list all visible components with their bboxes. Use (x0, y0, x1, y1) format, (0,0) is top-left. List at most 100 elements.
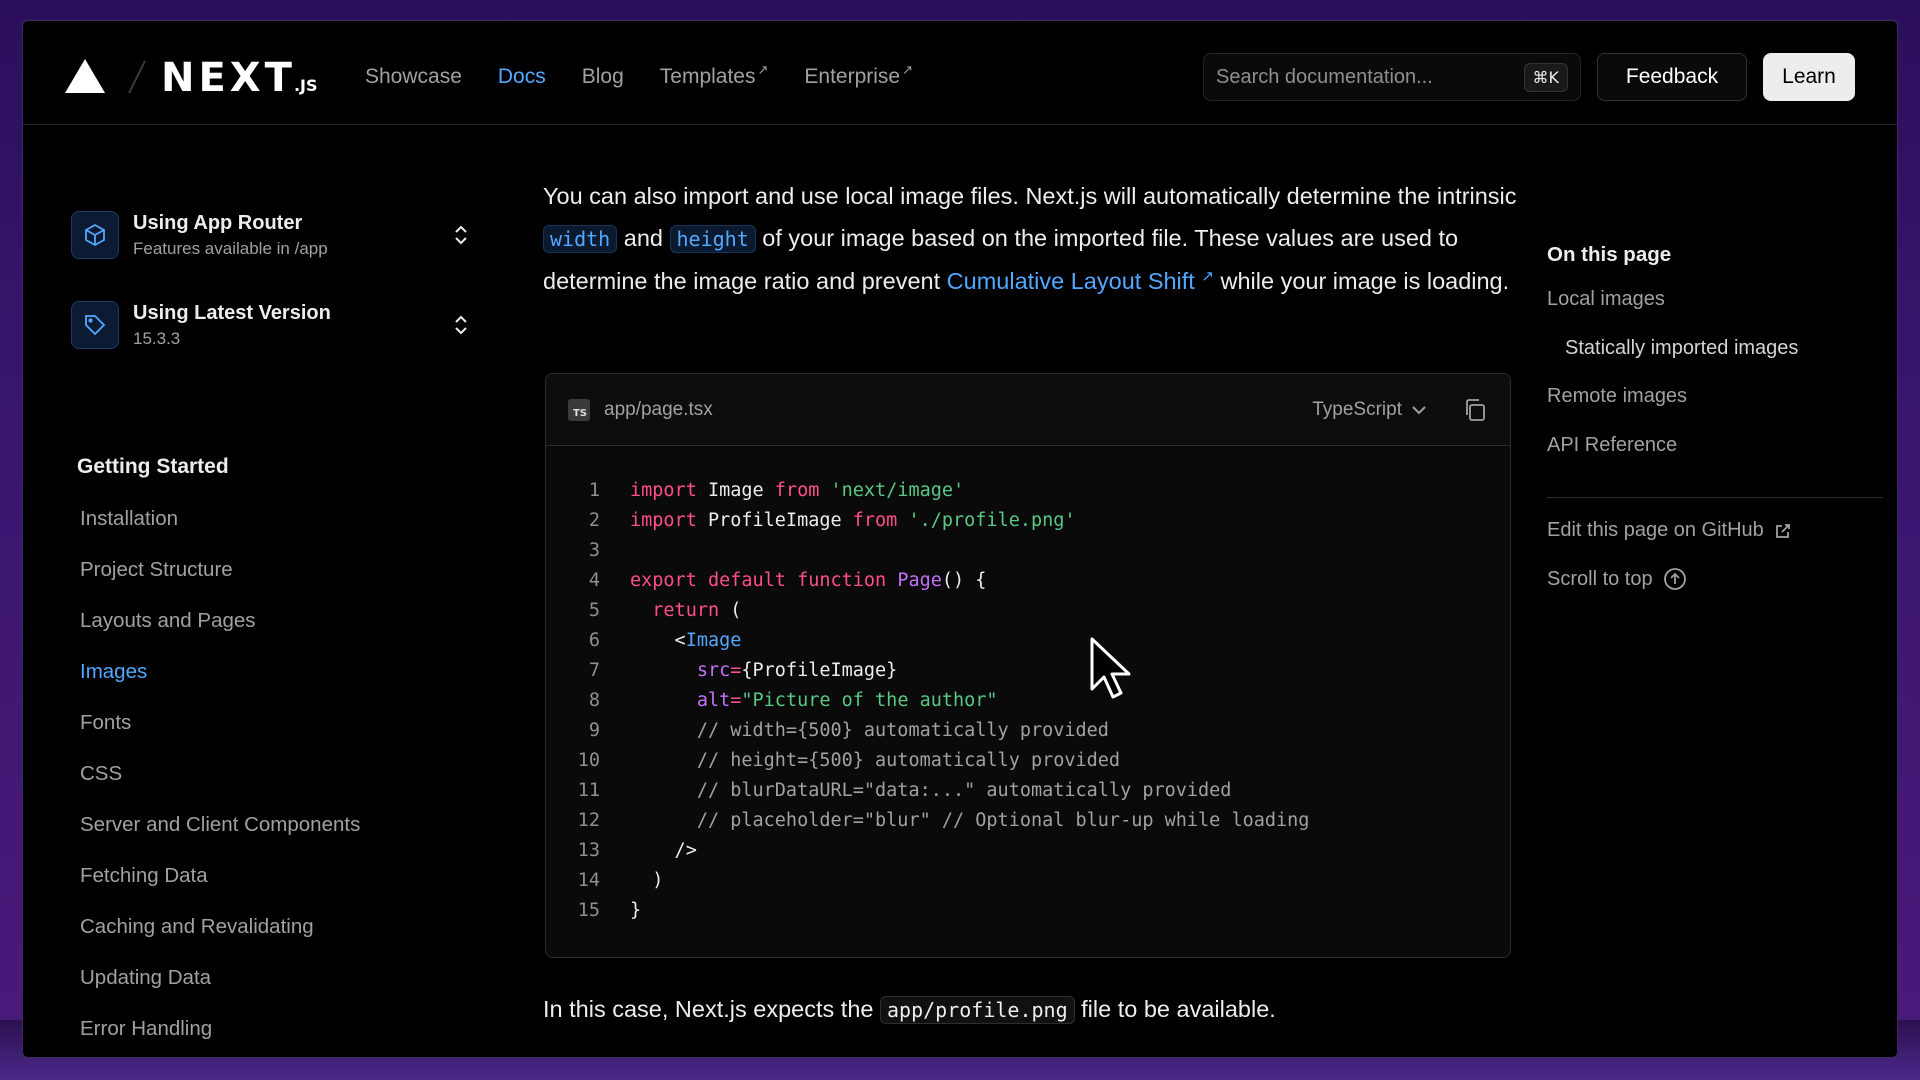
sidebar-item-server-and-client-components[interactable]: Server and Client Components (80, 799, 360, 850)
toc-item-remote-images[interactable]: Remote images (1547, 372, 1798, 421)
code-token: () { (941, 570, 987, 591)
site-header: NEXT.JS Showcase Docs Blog Templates ↗ Enterp… (23, 21, 1897, 125)
nav-label: Showcase (365, 65, 462, 88)
feedback-button[interactable]: Feedback (1597, 53, 1747, 101)
nav-enterprise[interactable]: Enterprise ↗ (804, 62, 913, 89)
code-source: ) (630, 866, 663, 896)
language-selector[interactable]: TypeScript (1312, 399, 1428, 421)
code-source: import Image from 'next/image' (630, 476, 964, 506)
code-block: TS app/page.tsx TypeScript 1 import Image… (545, 373, 1511, 958)
edit-on-github-link[interactable]: Edit this page on GitHub (1547, 519, 1792, 542)
nextjs-logo[interactable]: NEXT.JS (161, 55, 318, 101)
code-line: 2 import ProfileImage from './profile.png… (546, 506, 1510, 536)
sidebar-item-installation[interactable]: Installation (80, 493, 360, 544)
nav-docs[interactable]: Docs (498, 65, 546, 89)
scroll-to-top-link[interactable]: Scroll to top (1547, 567, 1687, 591)
line-number: 10 (577, 750, 600, 771)
code-token: import (630, 480, 697, 501)
mouse-cursor-icon (1090, 637, 1131, 699)
inline-code-width: width (543, 225, 618, 253)
language-label: TypeScript (1312, 398, 1402, 420)
code-line: 3 (546, 536, 1510, 566)
code-lines[interactable]: 1 import Image from 'next/image' 2 import P… (546, 446, 1510, 926)
nav-templates[interactable]: Templates ↗ (659, 62, 769, 89)
external-arrow-icon: ↗ (1201, 268, 1214, 285)
code-token: < (630, 630, 686, 651)
sidebar-item-caching-and-revalidating[interactable]: Caching and Revalidating (80, 901, 360, 952)
nav-label: Blog (581, 65, 624, 88)
sidebar-item-project-structure[interactable]: Project Structure (80, 544, 360, 595)
code-token: } (630, 900, 642, 921)
code-source: } (630, 896, 641, 926)
inline-code-height: height (669, 225, 756, 253)
line-number: 5 (588, 600, 600, 621)
code-source: alt="Picture of the author" (630, 686, 998, 716)
line-number: 14 (577, 870, 600, 891)
code-token: // placeholder="blur" // Optional blur-u… (630, 810, 1310, 831)
code-token: ProfileImage (696, 510, 853, 531)
nav-label: Templates (659, 65, 756, 88)
code-token: ( (719, 600, 742, 621)
code-token: from (774, 480, 820, 501)
sidebar-item-fonts[interactable]: Fonts (80, 697, 360, 748)
router-subtitle: Features available in /app (133, 238, 328, 258)
code-token: "Picture of the author" (741, 690, 998, 711)
code-line: 7 src={ProfileImage} (546, 656, 1510, 686)
code-line: 10 // height={500} automatically provide… (546, 746, 1510, 776)
code-token: src (696, 660, 731, 681)
code-token: function (797, 570, 887, 591)
table-of-contents: On this page Local images Statically impo… (1547, 125, 1887, 1057)
toc-divider (1547, 497, 1883, 498)
sidebar-item-updating-data[interactable]: Updating Data (80, 952, 360, 1003)
line-number: 2 (588, 510, 600, 531)
nav-label: Enterprise (804, 65, 901, 88)
logo-suffix: .JS (293, 76, 318, 95)
line-number: 9 (588, 720, 600, 741)
code-token: Page (897, 570, 942, 591)
toc-title: On this page (1547, 243, 1672, 266)
toc-item-local-images[interactable]: Local images (1547, 275, 1798, 324)
sidebar-list: Installation Project Structure Layouts and… (80, 493, 360, 1054)
version-switcher[interactable]: Using Latest Version 15.3.3 (71, 295, 491, 355)
router-switcher[interactable]: Using App Router Features available in /… (71, 205, 491, 265)
main-nav: Showcase Docs Blog Templates ↗ Enterprise ↗ (365, 62, 913, 89)
code-token: Image (685, 630, 742, 651)
search-input[interactable] (1216, 65, 1524, 89)
toc-item-api-reference[interactable]: API Reference (1547, 421, 1798, 470)
sidebar-item-images[interactable]: Images (80, 646, 360, 697)
sidebar-item-layouts-and-pages[interactable]: Layouts and Pages (80, 595, 360, 646)
followup-paragraph: In this case, Next.js expects the app/pr… (543, 989, 1276, 1030)
external-link-icon (1775, 523, 1790, 538)
doc-content: You can also import and use local image … (523, 125, 1517, 1057)
vercel-logo-icon[interactable] (65, 59, 105, 93)
sidebar-section-title[interactable]: Getting Started (77, 455, 229, 479)
nav-showcase[interactable]: Showcase (365, 65, 462, 89)
browser-window: NEXT.JS Showcase Docs Blog Templates ↗ Enterp… (22, 20, 1898, 1058)
toc-item-statically-imported-images[interactable]: Statically imported images (1547, 324, 1798, 373)
chevron-up-down-icon (455, 225, 467, 245)
code-token: // blurDataURL="data:..." automatically … (630, 780, 1232, 801)
tag-icon (85, 315, 106, 336)
chevron-up-down-icon (455, 315, 467, 335)
para-text: In this case, Next.js expects the (543, 996, 880, 1022)
code-token: ) (630, 870, 664, 891)
sidebar-item-error-handling[interactable]: Error Handling (80, 1003, 360, 1054)
copy-icon[interactable] (1462, 397, 1488, 423)
code-line: 4 export default function Page() { (546, 566, 1510, 596)
line-number: 15 (577, 900, 600, 921)
line-number: 7 (588, 660, 600, 681)
sidebar-item-css[interactable]: CSS (80, 748, 360, 799)
code-token: 'next/image' (830, 480, 965, 501)
code-filename: app/page.tsx (604, 398, 713, 420)
version-number: 15.3.3 (133, 328, 181, 348)
nav-blog[interactable]: Blog (582, 65, 624, 89)
code-source: return ( (630, 596, 741, 626)
sidebar-item-fetching-data[interactable]: Fetching Data (80, 850, 360, 901)
search-box[interactable]: ⌘K (1203, 53, 1581, 101)
learn-button[interactable]: Learn (1763, 53, 1855, 101)
cls-link[interactable]: Cumulative Layout Shift ↗ (947, 268, 1214, 294)
